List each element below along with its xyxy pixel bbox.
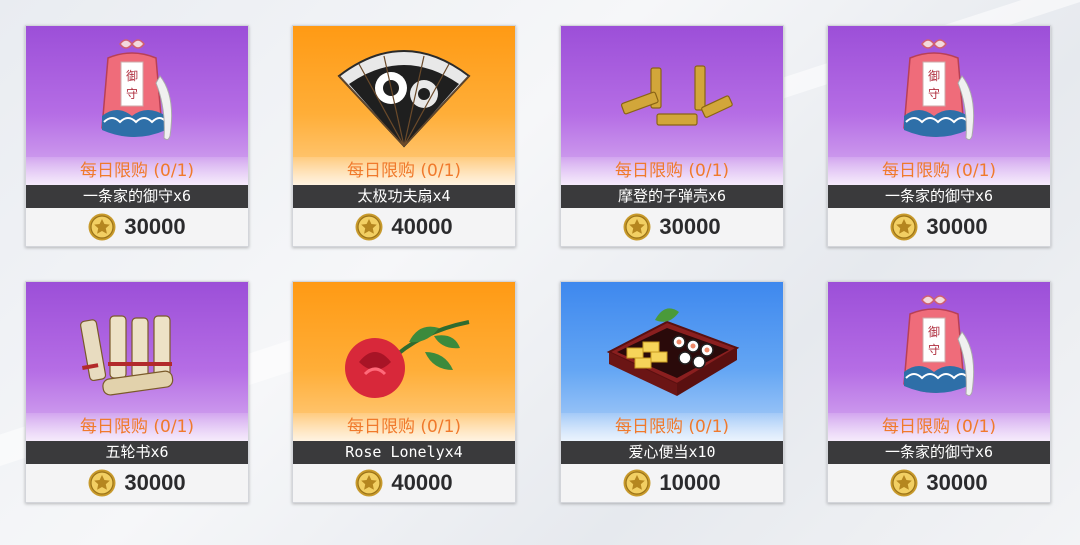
daily-limit-label: 每日限购 (0/1): [26, 157, 248, 185]
price-row: 30000: [828, 464, 1050, 502]
daily-limit-label: 每日限购 (0/1): [293, 413, 515, 441]
daily-limit-label: 每日限购 (0/1): [828, 157, 1050, 185]
omamori-icon: 御 守: [101, 39, 173, 141]
scrolls-icon: [80, 315, 174, 396]
bento-icon: [606, 308, 740, 396]
svg-text:守: 守: [928, 343, 940, 357]
shop-item-card[interactable]: 每日限购 (0/1) 摩登的子弹壳x6 30000: [560, 25, 784, 247]
shop-item-card[interactable]: 每日限购 (0/1) 五轮书x6 30000: [25, 281, 249, 503]
shop-item-card[interactable]: 御 守 每日限购 (0/1) 一条家的御守x6 30000: [827, 25, 1051, 247]
shop-item-card[interactable]: 每日限购 (0/1) 爱心便当x10 10000: [560, 281, 784, 503]
gold-coin-icon: [88, 469, 117, 497]
item-name: 一条家的御守x6: [828, 441, 1050, 464]
omamori-icon: 御 守: [903, 295, 975, 397]
price-value: 10000: [659, 470, 721, 495]
svg-text:御: 御: [928, 68, 940, 83]
price-row: 30000: [561, 208, 783, 246]
daily-limit-label: 每日限购 (0/1): [561, 413, 783, 441]
taiji-fan-icon: [337, 50, 471, 148]
svg-text:御: 御: [928, 324, 940, 339]
shop-item-card[interactable]: 御 守 每日限购 (0/1) 一条家的御守x6 30000: [827, 281, 1051, 503]
gold-coin-icon: [890, 213, 919, 241]
price-row: 30000: [828, 208, 1050, 246]
price-value: 30000: [659, 214, 721, 239]
svg-text:守: 守: [126, 87, 138, 101]
price-row: 40000: [293, 464, 515, 502]
omamori-icon: 御 守: [903, 39, 975, 141]
item-name: 五轮书x6: [26, 441, 248, 464]
daily-limit-label: 每日限购 (0/1): [26, 413, 248, 441]
price-value: 30000: [124, 470, 186, 495]
gold-coin-icon: [623, 469, 652, 497]
bullet-shells-icon: [620, 65, 733, 126]
svg-text:御: 御: [126, 68, 138, 83]
price-row: 30000: [26, 464, 248, 502]
item-name: 爱心便当x10: [561, 441, 783, 464]
price-value: 30000: [124, 214, 186, 239]
price-row: 40000: [293, 208, 515, 246]
price-value: 40000: [391, 214, 453, 239]
price-value: 40000: [391, 470, 453, 495]
item-name: Rose Lonelyx4: [293, 441, 515, 464]
daily-limit-label: 每日限购 (0/1): [828, 413, 1050, 441]
item-name: 一条家的御守x6: [828, 185, 1050, 208]
price-row: 30000: [26, 208, 248, 246]
price-value: 30000: [926, 470, 988, 495]
shop-item-card[interactable]: 每日限购 (0/1) 太极功夫扇x4 40000: [292, 25, 516, 247]
item-name: 摩登的子弹壳x6: [561, 185, 783, 208]
item-name: 一条家的御守x6: [26, 185, 248, 208]
item-name: 太极功夫扇x4: [293, 185, 515, 208]
price-row: 10000: [561, 464, 783, 502]
gold-coin-icon: [355, 213, 384, 241]
daily-limit-label: 每日限购 (0/1): [561, 157, 783, 185]
gold-coin-icon: [88, 213, 117, 241]
daily-limit-label: 每日限购 (0/1): [293, 157, 515, 185]
gold-coin-icon: [355, 469, 384, 497]
rose-icon: [345, 320, 470, 398]
svg-text:守: 守: [928, 87, 940, 101]
gold-coin-icon: [890, 469, 919, 497]
price-value: 30000: [926, 214, 988, 239]
shop-item-card[interactable]: 每日限购 (0/1) Rose Lonelyx4 40000: [292, 281, 516, 503]
gold-coin-icon: [623, 213, 652, 241]
shop-item-card[interactable]: 御 守 每日限购 (0/1) 一条家的御守x6 30000: [25, 25, 249, 247]
